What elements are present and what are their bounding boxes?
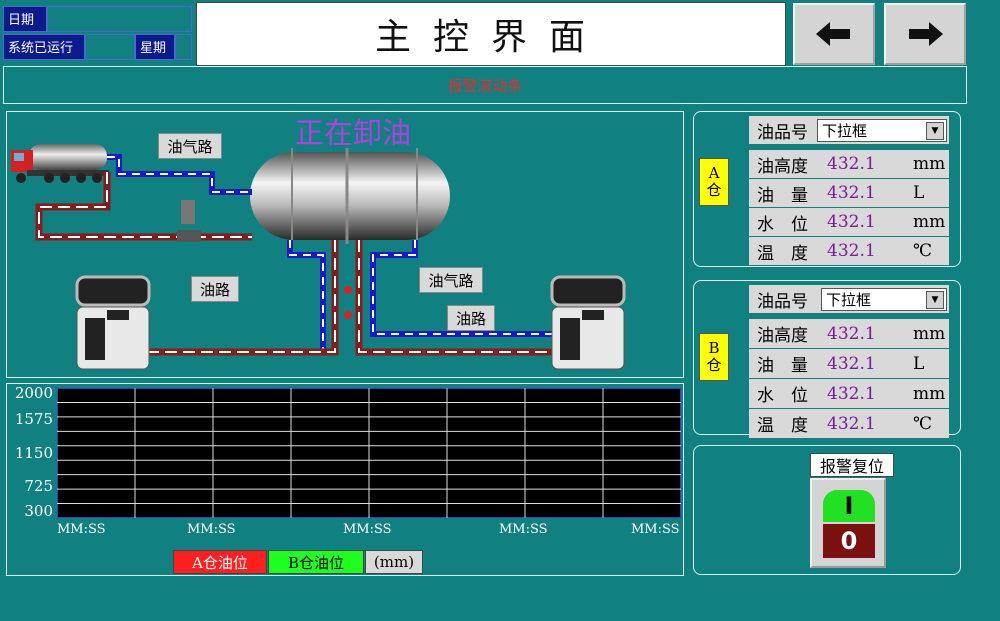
weekday-value-field <box>175 34 192 60</box>
oil-gas-line-label: 油气路 <box>419 267 483 293</box>
y-tick: 725 <box>24 477 53 495</box>
alarm-scroll-text: 报警滚动条 <box>447 76 523 95</box>
bin-b-tag: B仓 <box>699 333 729 381</box>
arrow-right-icon <box>909 22 943 46</box>
unloading-status-text: 正在卸油 <box>295 116 412 150</box>
main-storage-tank <box>250 148 450 244</box>
fuel-dispenser-right-icon <box>550 275 626 370</box>
bin-b-height-row: 油高度 432.1 mm <box>749 319 949 349</box>
y-tick: 1575 <box>14 410 53 428</box>
alarm-scroll-bar: 报警滚动条 <box>3 66 967 104</box>
runtime-value-field <box>85 34 135 60</box>
x-tick: MM:SS <box>187 522 236 537</box>
alarm-reset-panel: 报警复位 I 0 <box>693 445 961 575</box>
bin-a-tag: A仓 <box>699 158 729 206</box>
bin-a-temperature-row: 温 度 432.1 ℃ <box>749 237 949 266</box>
x-tick: MM:SS <box>343 522 392 537</box>
back-button[interactable] <box>793 3 875 65</box>
fuel-dispenser-left-icon <box>75 275 151 370</box>
trend-chart <box>57 388 681 518</box>
level-trend-panel: 2000 1575 1150 725 300 MM:SS MM:SS MM:SS… <box>6 383 684 576</box>
arrow-left-icon <box>816 22 850 46</box>
bin-b-product-select[interactable]: 下拉框 ▼ <box>821 288 947 311</box>
oil-line-label: 油路 <box>447 305 495 331</box>
y-tick: 2000 <box>14 384 53 402</box>
valve-icon <box>344 311 352 319</box>
oil-line-label: 油路 <box>191 276 239 302</box>
date-label: 日期 <box>3 6 47 32</box>
alarm-reset-button[interactable]: I 0 <box>810 478 886 568</box>
y-tick: 1150 <box>14 444 53 462</box>
x-tick: MM:SS <box>631 522 680 537</box>
y-axis-ticks: 2000 1575 1150 725 300 <box>9 384 55 524</box>
pump-icon <box>177 200 201 242</box>
forward-button[interactable] <box>884 3 966 65</box>
bin-a-panel: A仓 油品号 下拉框 ▼ 油高度 432.1 mm 油 量 432.1 L 水 位 432… <box>693 111 961 267</box>
date-value-field <box>47 6 192 32</box>
chevron-down-icon: ▼ <box>926 291 944 309</box>
process-diagram <box>11 144 626 370</box>
legend-bin-a: A仓油位 <box>173 550 267 574</box>
process-diagram-panel: 正在卸油 油气路 油路 油气路 油路 <box>6 111 684 378</box>
bin-b-water-row: 水 位 432.1 mm <box>749 379 949 409</box>
tanker-truck-icon <box>11 144 109 183</box>
valve-icon <box>344 286 352 294</box>
x-tick: MM:SS <box>499 522 548 537</box>
alarm-reset-label: 报警复位 <box>810 453 894 477</box>
bin-b-panel: B仓 油品号 下拉框 ▼ 油高度 432.1 mm 油 量 432.1 L 水 位 432… <box>693 280 961 439</box>
bin-b-readings: 油高度 432.1 mm 油 量 432.1 L 水 位 432.1 mm 温 度 432.1… <box>749 319 949 439</box>
bin-b-temperature-row: 温 度 432.1 ℃ <box>749 409 949 439</box>
x-tick: MM:SS <box>57 522 106 537</box>
page-title: 主控界面 <box>196 2 786 66</box>
bin-a-readings: 油高度 432.1 mm 油 量 432.1 L 水 位 432.1 mm 温 度 432.1… <box>749 150 949 266</box>
product-label: 油品号 <box>757 122 808 143</box>
legend-unit: (mm) <box>365 550 423 574</box>
bin-a-water-row: 水 位 432.1 mm <box>749 208 949 237</box>
y-tick: 300 <box>24 502 53 520</box>
reset-on-indicator: I <box>823 490 875 522</box>
oil-gas-line-label: 油气路 <box>158 133 222 159</box>
bin-a-volume-row: 油 量 432.1 L <box>749 179 949 208</box>
weekday-label: 星期 <box>135 34 175 60</box>
bin-a-height-row: 油高度 432.1 mm <box>749 150 949 179</box>
runtime-label: 系统已运行 <box>3 34 85 60</box>
chevron-down-icon: ▼ <box>926 122 944 140</box>
bin-a-product-select[interactable]: 下拉框 ▼ <box>817 119 947 142</box>
legend-bin-b: B仓油位 <box>268 550 364 574</box>
bin-b-volume-row: 油 量 432.1 L <box>749 349 949 379</box>
reset-off-indicator: 0 <box>823 524 875 558</box>
product-label: 油品号 <box>757 291 808 312</box>
